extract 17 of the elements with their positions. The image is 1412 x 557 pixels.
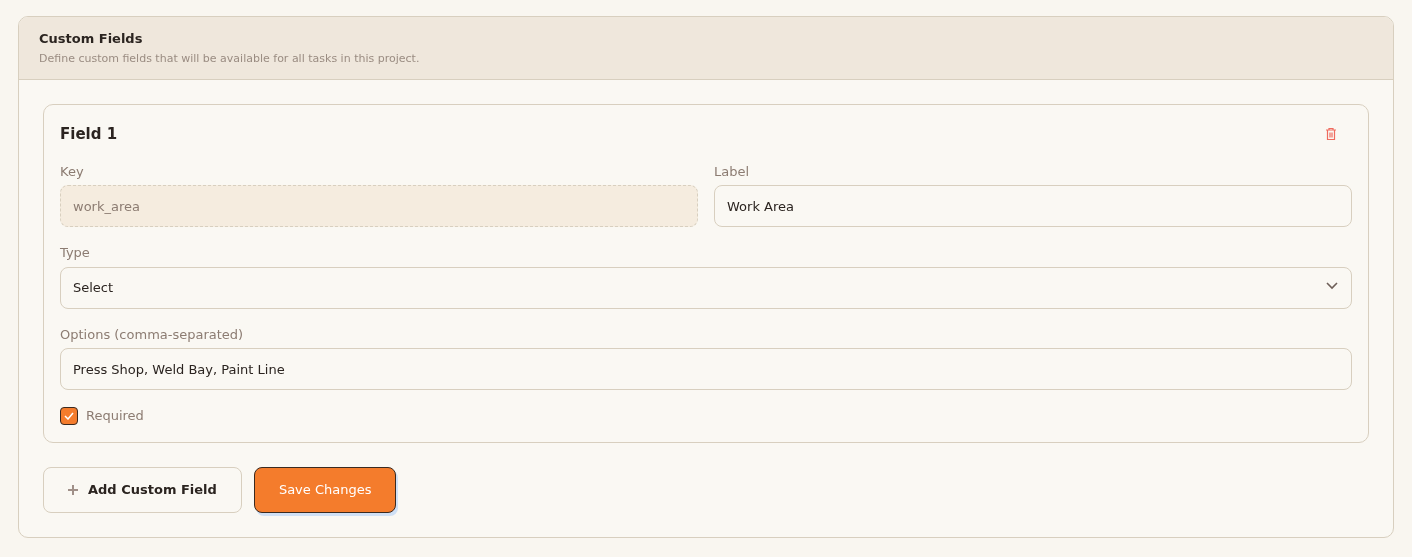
plus-icon (68, 484, 78, 495)
trash-icon[interactable] (1326, 128, 1336, 141)
required-checkbox[interactable] (60, 406, 78, 425)
section-title: Custom Fields (39, 30, 144, 48)
type-select[interactable]: Select (60, 266, 1352, 309)
section-description: Define custom fields that will be available for all tasks in this project. (39, 50, 421, 67)
checkmark-icon (64, 411, 74, 420)
add-custom-field-button[interactable]: Add Custom Field (43, 466, 242, 513)
field-label: Key (60, 162, 85, 181)
field-title: Field 1 (60, 124, 118, 145)
label-field[interactable]: Work Area (714, 185, 1352, 227)
required-label: Required (86, 407, 144, 425)
options-field[interactable]: Press Shop, Weld Bay, Paint Line (60, 348, 1352, 390)
field-label: Label (714, 162, 751, 181)
chevron-down-icon (1326, 281, 1338, 290)
field-label: Type (60, 244, 91, 262)
field-label: Options (comma-separated) (60, 325, 245, 344)
